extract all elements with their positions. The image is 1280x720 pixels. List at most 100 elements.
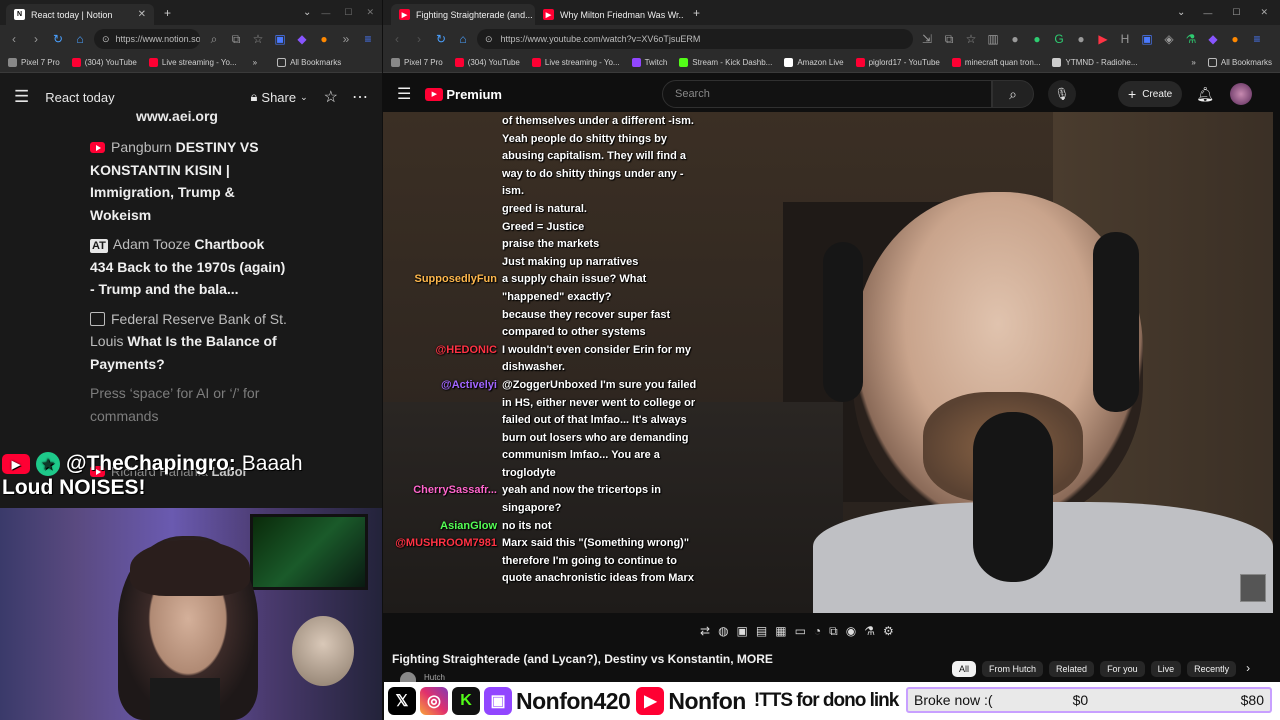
window-close-icon[interactable]: ✕ bbox=[366, 7, 374, 18]
tab-notion[interactable]: N React today | Notion ✕ bbox=[6, 4, 154, 25]
menu-icon[interactable]: ≡ bbox=[1249, 32, 1265, 46]
minimize-icon[interactable]: — bbox=[321, 8, 330, 18]
home-icon[interactable]: ⌂ bbox=[455, 32, 471, 46]
bookmark-item[interactable]: Pixel 7 Pro bbox=[391, 58, 443, 67]
youtube-logo[interactable]: ▶ Premium bbox=[425, 87, 502, 102]
close-icon[interactable]: ✕ bbox=[138, 9, 146, 20]
bookmark-item[interactable]: Twitch bbox=[631, 58, 667, 67]
audio-icon[interactable]: ◍ bbox=[718, 624, 728, 638]
chat-username[interactable] bbox=[388, 254, 502, 272]
link-fragment[interactable]: www.aei.org bbox=[136, 108, 290, 124]
site-info-icon[interactable]: ⊙ bbox=[102, 34, 110, 45]
bookmark-item[interactable]: Amazon Live bbox=[784, 58, 844, 67]
channel-name[interactable]: Hutch bbox=[424, 673, 445, 682]
chevron-down-icon[interactable]: ⌄ bbox=[303, 7, 311, 18]
channel-avatar[interactable] bbox=[400, 672, 416, 682]
create-button[interactable]: + Create bbox=[1118, 81, 1183, 107]
open-tab-icon[interactable]: ⧉ bbox=[941, 32, 957, 47]
chat-username[interactable] bbox=[388, 236, 502, 254]
reload-icon[interactable]: ↻ bbox=[433, 32, 449, 46]
clip-icon[interactable]: ▤ bbox=[756, 624, 767, 638]
more-bookmarks-icon[interactable]: » bbox=[1191, 58, 1195, 67]
install-icon[interactable]: ⇲ bbox=[919, 32, 935, 46]
extension-icon[interactable]: ◈ bbox=[1161, 32, 1177, 46]
chat-username[interactable]: @Activelyi bbox=[388, 377, 502, 483]
youtube-ext-icon[interactable]: ▶ bbox=[1095, 32, 1111, 46]
home-icon[interactable]: ⌂ bbox=[72, 32, 88, 46]
bookmark-item[interactable]: Live streaming - Yo... bbox=[148, 58, 237, 67]
extension-icon[interactable]: ▥ bbox=[985, 32, 1001, 46]
chevron-down-icon[interactable]: ⌄ bbox=[1177, 7, 1185, 18]
bookmark-item[interactable]: minecraft quan tron... bbox=[951, 58, 1040, 67]
frame-icon[interactable]: ▦ bbox=[775, 624, 786, 638]
all-bookmarks[interactable]: All Bookmarks bbox=[1207, 58, 1272, 67]
bookmark-item[interactable]: YTMND - Radiohe... bbox=[1052, 58, 1138, 67]
search-input[interactable]: Search bbox=[661, 80, 992, 108]
lab-icon[interactable]: ⚗ bbox=[864, 624, 875, 638]
chat-username[interactable]: @HEDONIC bbox=[388, 342, 502, 377]
grammarly-icon[interactable]: G bbox=[1051, 32, 1067, 46]
chat-username[interactable]: CherrySassafr... bbox=[388, 482, 502, 517]
chip-from-channel[interactable]: From Hutch bbox=[982, 661, 1044, 677]
extension-icon[interactable]: ● bbox=[1029, 32, 1045, 46]
hamburger-icon[interactable]: ☰ bbox=[397, 84, 411, 104]
site-info-icon[interactable]: ⊙ bbox=[485, 34, 493, 45]
list-item[interactable]: Pangburn DESTINY VS KONSTANTIN KISIN | I… bbox=[90, 136, 290, 226]
menu-icon[interactable]: ≡ bbox=[360, 32, 376, 46]
address-bar[interactable]: ⊙ https://www.notion.so/... bbox=[94, 29, 200, 49]
bookmark-item[interactable]: (304) YouTube bbox=[454, 58, 520, 67]
maximize-icon[interactable]: ☐ bbox=[1232, 7, 1240, 18]
forward-icon[interactable]: › bbox=[411, 32, 427, 46]
sidebar-icon[interactable]: ▣ bbox=[272, 32, 288, 46]
more-icon[interactable]: » bbox=[338, 32, 354, 46]
bookmark-item[interactable]: Stream - Kick Dashb... bbox=[679, 58, 772, 67]
more-bookmarks-icon[interactable]: » bbox=[253, 58, 257, 67]
search-button[interactable]: ⌕ bbox=[991, 80, 1034, 108]
extension-icon[interactable]: ⚗ bbox=[1183, 32, 1199, 46]
window-close-icon[interactable]: ✕ bbox=[1260, 7, 1268, 18]
profile-icon[interactable]: ● bbox=[1227, 32, 1243, 46]
chat-username[interactable]: AsianGlow bbox=[388, 518, 502, 536]
chat-username[interactable]: SupposedlyFun bbox=[388, 271, 502, 306]
chat-username[interactable] bbox=[388, 201, 502, 219]
chevron-right-icon[interactable]: › bbox=[1246, 661, 1250, 677]
list-item[interactable]: Federal Reserve Bank of St. Louis What I… bbox=[90, 308, 290, 376]
new-tab-icon[interactable]: + bbox=[164, 6, 171, 20]
theater-icon[interactable]: ▭ bbox=[795, 624, 806, 638]
tab-video-2[interactable]: ▶ Why Milton Friedman Was Wr... ✕ bbox=[535, 4, 683, 25]
more-options-icon[interactable]: ⋯ bbox=[352, 87, 368, 107]
empty-block-placeholder[interactable]: Press ‘space’ for AI or ‘/’ for commands bbox=[90, 382, 290, 427]
chip-for-you[interactable]: For you bbox=[1100, 661, 1145, 677]
star-icon[interactable]: ☆ bbox=[324, 87, 338, 107]
bookmark-icon[interactable]: ☆ bbox=[250, 32, 266, 46]
open-tab-icon[interactable]: ⧉ bbox=[228, 32, 244, 47]
screenshot-icon[interactable]: ▣ bbox=[737, 624, 748, 638]
avatar[interactable] bbox=[1230, 83, 1252, 105]
profile-icon[interactable]: ● bbox=[316, 32, 332, 46]
camera-icon[interactable]: ◉ bbox=[846, 624, 856, 638]
back-icon[interactable]: ‹ bbox=[389, 32, 405, 46]
chip-related[interactable]: Related bbox=[1049, 661, 1095, 677]
all-bookmarks[interactable]: All Bookmarks bbox=[277, 58, 341, 67]
chat-username[interactable] bbox=[388, 307, 502, 342]
channel-watermark[interactable] bbox=[1240, 574, 1266, 602]
minimize-icon[interactable]: — bbox=[1203, 8, 1212, 18]
extension-icon[interactable]: ◆ bbox=[294, 32, 310, 46]
extension-icon[interactable]: H bbox=[1117, 32, 1133, 46]
bookmark-item[interactable]: Live streaming - Yo... bbox=[531, 58, 620, 67]
settings-icon[interactable]: ⚙ bbox=[883, 624, 894, 638]
speed-icon[interactable]: ◔ bbox=[814, 624, 821, 638]
chip-live[interactable]: Live bbox=[1150, 661, 1182, 677]
pip-icon[interactable]: ⧉ bbox=[829, 624, 838, 639]
loop-icon[interactable]: ⇄ bbox=[700, 624, 710, 638]
extension-icon[interactable]: ◆ bbox=[1205, 32, 1221, 46]
chip-recently[interactable]: Recently bbox=[1187, 661, 1237, 677]
extension-icon[interactable]: ● bbox=[1007, 32, 1023, 46]
new-tab-icon[interactable]: + bbox=[693, 6, 700, 20]
notifications-icon[interactable]: 🔔︎ bbox=[1196, 86, 1214, 103]
hamburger-icon[interactable]: ☰ bbox=[14, 87, 29, 107]
chat-username[interactable] bbox=[388, 219, 502, 237]
page-title[interactable]: React today bbox=[45, 90, 114, 105]
bookmark-item[interactable]: (304) YouTube bbox=[71, 58, 137, 67]
chat-username[interactable] bbox=[388, 113, 502, 201]
